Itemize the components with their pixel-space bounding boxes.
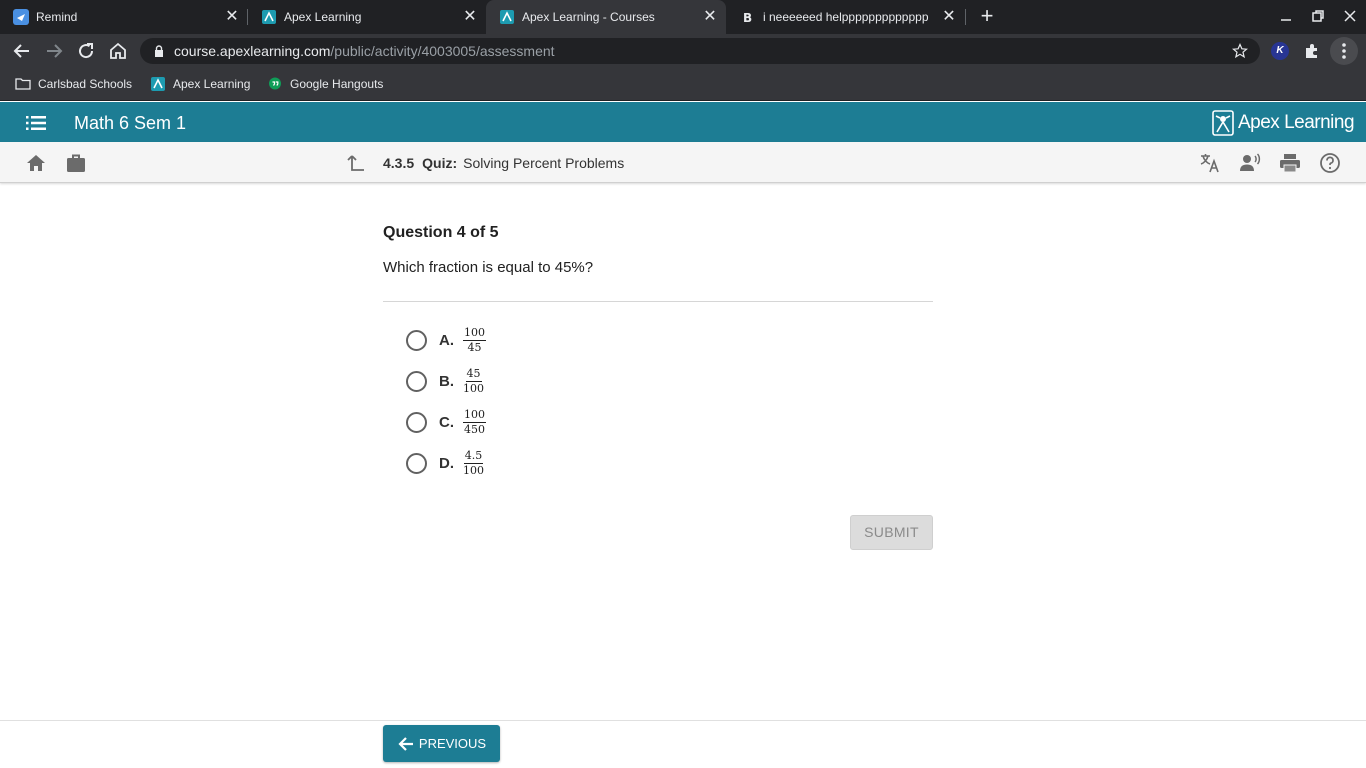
- denominator: 450: [464, 422, 485, 436]
- submit-button[interactable]: SUBMIT: [850, 515, 933, 550]
- lesson-number: 4.3.5: [383, 155, 415, 171]
- url-path: /public/activity/4003005/assessment: [330, 43, 555, 59]
- numerator: 100: [463, 407, 486, 423]
- footer-bar: [0, 720, 1366, 768]
- brainly-icon: B: [743, 11, 752, 25]
- home-icon[interactable]: [106, 39, 130, 63]
- bookmark-label: Apex Learning: [173, 77, 251, 91]
- forward-arrow-icon[interactable]: [42, 39, 66, 63]
- fraction: 45 100: [463, 366, 484, 395]
- bookmark-label: Carlsbad Schools: [38, 77, 133, 91]
- lesson-breadcrumb: 4.3.5 Quiz: Solving Percent Problems: [346, 153, 624, 173]
- url-text: course.apexlearning.com/public/activity/…: [174, 43, 555, 59]
- logo-text: Apex Learning: [1238, 112, 1355, 133]
- denominator: 100: [463, 381, 484, 395]
- previous-label: PREVIOUS: [418, 736, 487, 751]
- translate-icon[interactable]: [1199, 152, 1221, 174]
- denominator: 100: [463, 463, 484, 477]
- numerator: 100: [463, 325, 486, 341]
- bookmark-google-hangouts[interactable]: Google Hangouts: [267, 76, 383, 92]
- restore-icon[interactable]: [1308, 6, 1328, 26]
- url-host: course.apexlearning.com: [174, 43, 331, 59]
- tab-apex-learning[interactable]: Apex Learning ✕: [248, 0, 486, 34]
- briefcase-icon[interactable]: [65, 152, 87, 174]
- folder-icon: [15, 78, 31, 90]
- browser-toolbar: course.apexlearning.com/public/activity/…: [0, 34, 1366, 68]
- divider: [383, 301, 933, 302]
- choice-letter: D.: [439, 454, 454, 472]
- up-level-icon[interactable]: [346, 153, 366, 173]
- course-header: Math 6 Sem 1 Apex Learning: [0, 102, 1366, 142]
- choice-b[interactable]: B. 45 100: [406, 363, 484, 399]
- lock-icon: [155, 45, 163, 57]
- tab-remind[interactable]: Remind ✕: [0, 0, 247, 34]
- choice-d[interactable]: D. 4.5 100: [406, 445, 484, 481]
- tab-title: Apex Learning: [284, 10, 362, 24]
- list-menu-icon[interactable]: [26, 115, 46, 131]
- back-arrow-icon[interactable]: [10, 39, 34, 63]
- kebab-menu-icon: [1342, 43, 1346, 59]
- radio-button[interactable]: [406, 329, 427, 351]
- apex-icon: [262, 10, 276, 24]
- question-prompt: Which fraction is equal to 45%?: [383, 259, 594, 276]
- address-bar[interactable]: course.apexlearning.com/public/activity/…: [140, 38, 1260, 64]
- tab-apex-courses[interactable]: Apex Learning - Courses ✕: [486, 0, 726, 34]
- activity-title: Solving Percent Problems: [463, 155, 625, 171]
- remind-icon: [13, 9, 29, 25]
- tab-separator: [965, 9, 966, 25]
- close-window-icon[interactable]: [1340, 6, 1360, 26]
- close-tab-icon[interactable]: ✕: [941, 9, 957, 25]
- bookmark-apex-learning[interactable]: Apex Learning: [150, 76, 250, 92]
- close-tab-icon[interactable]: ✕: [702, 9, 718, 25]
- apex-logo: Apex Learning: [1212, 110, 1355, 136]
- choice-letter: B.: [439, 372, 454, 390]
- text-to-speech-icon[interactable]: [1239, 152, 1261, 174]
- tab-title: Remind: [36, 10, 78, 24]
- extensions-puzzle-icon[interactable]: [1303, 42, 1321, 60]
- radio-button[interactable]: [406, 452, 427, 474]
- question-heading: Question 4 of 5: [383, 224, 499, 241]
- print-icon[interactable]: [1279, 152, 1301, 174]
- course-title: Math 6 Sem 1: [74, 113, 187, 133]
- numerator: 45: [465, 366, 482, 382]
- radio-button[interactable]: [406, 411, 427, 433]
- home-icon[interactable]: [25, 152, 47, 174]
- fraction: 100 45: [463, 325, 486, 354]
- browser-tab-strip: Remind ✕ Apex Learning ✕ Apex Learning -…: [0, 0, 1366, 34]
- tab-brainly[interactable]: B i neeeeeed helppppppppppppp ✕: [727, 0, 965, 34]
- previous-button[interactable]: PREVIOUS: [383, 725, 500, 762]
- bookmark-star-icon[interactable]: [1232, 43, 1248, 59]
- choice-letter: C.: [439, 413, 454, 431]
- extension-k-icon[interactable]: K: [1271, 42, 1289, 60]
- choice-a[interactable]: A. 100 45: [406, 322, 486, 358]
- minimize-icon[interactable]: [1276, 6, 1296, 26]
- menu-button[interactable]: [1330, 37, 1358, 65]
- denominator: 45: [467, 340, 482, 354]
- bookmark-label: Google Hangouts: [290, 77, 384, 91]
- reload-icon[interactable]: [74, 39, 98, 63]
- radio-button[interactable]: [406, 370, 427, 392]
- apex-logo-icon: [1212, 110, 1234, 136]
- apex-icon: [500, 10, 514, 24]
- tab-title: i neeeeeed helppppppppppppp: [763, 10, 929, 24]
- choice-c[interactable]: C. 100 450: [406, 404, 486, 440]
- fraction: 4.5 100: [463, 448, 484, 477]
- svg-text:B: B: [743, 11, 752, 25]
- close-tab-icon[interactable]: ✕: [462, 9, 478, 25]
- arrow-left-icon: [398, 736, 413, 751]
- close-tab-icon[interactable]: ✕: [224, 9, 240, 25]
- tab-title: Apex Learning - Courses: [522, 10, 655, 24]
- new-tab-button[interactable]: +: [976, 5, 998, 28]
- choice-letter: A.: [439, 331, 454, 349]
- fraction: 100 450: [463, 407, 486, 436]
- hangouts-icon: [269, 77, 281, 90]
- bookmark-carlsbad-schools[interactable]: Carlsbad Schools: [15, 76, 132, 92]
- apex-icon: [151, 77, 165, 91]
- activity-toolbar: 4.3.5 Quiz: Solving Percent Problems: [0, 142, 1366, 183]
- numerator: 4.5: [463, 448, 484, 464]
- activity-type: Quiz:: [422, 155, 458, 171]
- help-icon[interactable]: [1319, 152, 1341, 174]
- bookmarks-bar: Carlsbad Schools Apex Learning Google Ha…: [0, 68, 1366, 101]
